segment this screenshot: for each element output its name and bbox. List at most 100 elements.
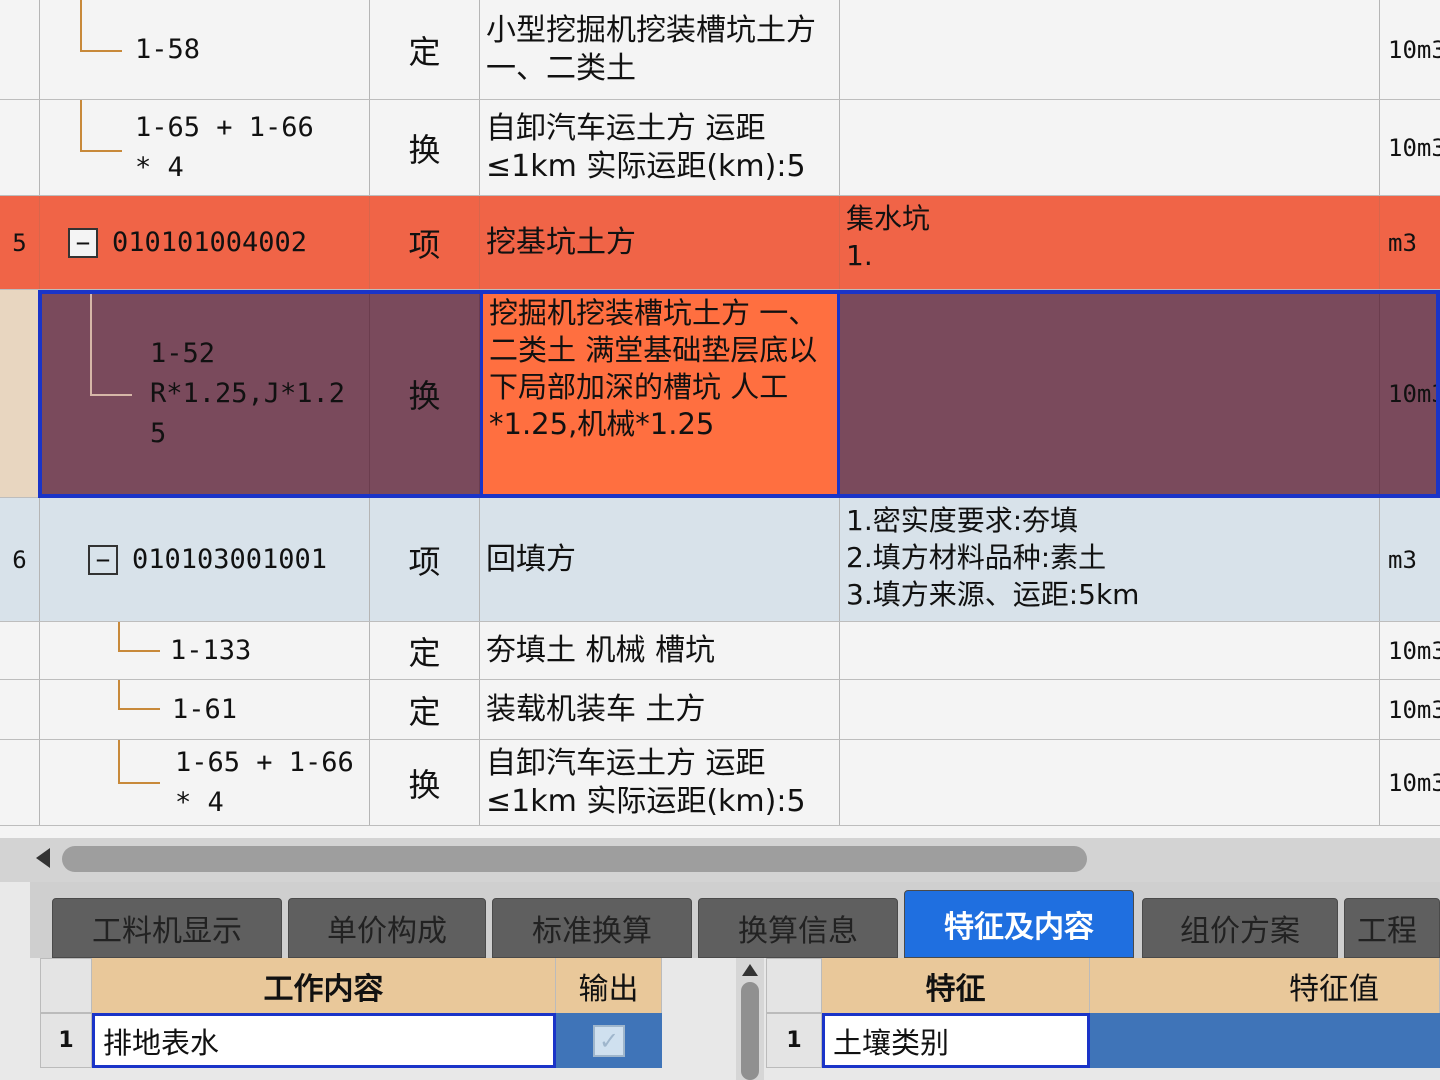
code-text: 010103001001 xyxy=(132,543,328,575)
row-index xyxy=(0,0,40,99)
unit-cell[interactable]: 10m3 xyxy=(1380,622,1440,679)
table-row[interactable]: 1-65 + 1-66 * 4 换 自卸汽车运土方 运距≤1km 实际运距(km… xyxy=(0,100,1440,196)
code-cell[interactable]: 1-65 + 1-66 * 4 xyxy=(40,100,370,195)
code-cell[interactable]: − 010103001001 xyxy=(40,498,370,621)
feature-cell[interactable] xyxy=(840,622,1380,679)
quota-grid[interactable]: 1-58 定 小型挖掘机挖装槽坑土方 一、二类土 10m3 1-65 + 1-6… xyxy=(0,0,1440,840)
feature-cell[interactable] xyxy=(840,0,1380,99)
table-row[interactable]: 1-61 定 装载机装车 土方 10m3 xyxy=(0,680,1440,740)
unit-cell[interactable]: 10m3 xyxy=(1380,290,1440,497)
row-index xyxy=(0,622,40,679)
unit-cell[interactable]: m3 xyxy=(1380,196,1440,289)
unit-cell[interactable]: 10m3 xyxy=(1380,100,1440,195)
code-text: 1-133 xyxy=(170,634,252,666)
scroll-thumb[interactable] xyxy=(741,982,759,1080)
row-index xyxy=(0,740,40,825)
tree-connector xyxy=(118,622,160,652)
code-cell[interactable]: 1-65 + 1-66 * 4 xyxy=(40,740,370,825)
tree-connector xyxy=(118,740,160,784)
type-cell[interactable]: 定 xyxy=(370,680,480,739)
feature-cell[interactable]: 集水坑 1. xyxy=(840,196,1380,289)
tab-labor-material-machine[interactable]: 工料机显示 xyxy=(52,898,282,958)
output-header[interactable]: 输出 xyxy=(556,958,662,1013)
code-cell[interactable]: − 010101004002 xyxy=(40,196,370,289)
code-text: 010101004002 xyxy=(112,226,308,258)
tree-connector xyxy=(90,290,132,396)
code-text: 1-52 R*1.25,J*1.2 5 xyxy=(150,337,346,449)
horizontal-scrollbar[interactable] xyxy=(0,838,1440,882)
output-cell[interactable]: ✓ xyxy=(556,1013,662,1068)
collapse-icon[interactable]: − xyxy=(68,227,98,258)
table-row[interactable]: 1-58 定 小型挖掘机挖装槽坑土方 一、二类土 10m3 xyxy=(0,0,1440,100)
scroll-left-icon[interactable] xyxy=(36,848,50,868)
feature-cell[interactable] xyxy=(840,680,1380,739)
detail-tabs: 工料机显示 单价构成 标准换算 换算信息 特征及内容 组价方案 工程 xyxy=(30,882,1440,958)
name-cell[interactable]: 回填方 xyxy=(480,498,840,621)
tab-unit-price[interactable]: 单价构成 xyxy=(288,898,486,958)
table-row[interactable]: 5 − 010101004002 项 挖基坑土方 集水坑 1. m3 xyxy=(0,196,1440,290)
work-content-header[interactable]: 工作内容 xyxy=(92,958,556,1013)
code-text: 1-58 xyxy=(135,33,201,65)
table-row[interactable]: 1-52 R*1.25,J*1.2 5 换 挖掘机挖装槽坑土方 一、二类土 满堂… xyxy=(0,290,1440,498)
type-cell[interactable]: 项 xyxy=(370,498,480,621)
name-cell[interactable]: 自卸汽车运土方 运距≤1km 实际运距(km):5 xyxy=(480,100,840,195)
row-index: 1 xyxy=(766,1013,822,1068)
code-text: 1-65 + 1-66 * 4 xyxy=(175,746,354,818)
feature-cell[interactable] xyxy=(840,100,1380,195)
code-text: 1-61 xyxy=(172,693,238,725)
name-cell[interactable]: 自卸汽车运土方 运距≤1km 实际运距(km):5 xyxy=(480,740,840,825)
header-corner xyxy=(766,958,822,1013)
unit-cell[interactable]: 10m3 xyxy=(1380,680,1440,739)
unit-cell[interactable]: m3 xyxy=(1380,498,1440,621)
tab-standard-conversion[interactable]: 标准换算 xyxy=(492,898,692,958)
table-row[interactable]: 1-65 + 1-66 * 4 换 自卸汽车运土方 运距≤1km 实际运距(km… xyxy=(0,740,1440,826)
feature-cell[interactable]: 土壤类别 xyxy=(822,1013,1090,1068)
feature-value-cell[interactable] xyxy=(1090,1013,1440,1068)
code-cell[interactable]: 1-52 R*1.25,J*1.2 5 xyxy=(40,290,370,497)
feature-cell[interactable] xyxy=(840,740,1380,825)
table-row[interactable]: 1-133 定 夯填土 机械 槽坑 10m3 xyxy=(0,622,1440,680)
code-cell[interactable]: 1-133 xyxy=(40,622,370,679)
feature-header[interactable]: 特征 xyxy=(822,958,1090,1013)
tree-connector xyxy=(118,680,160,710)
unit-cell[interactable]: 10m3 xyxy=(1380,0,1440,99)
code-cell[interactable]: 1-61 xyxy=(40,680,370,739)
row-index xyxy=(0,680,40,739)
tab-project[interactable]: 工程 xyxy=(1344,898,1440,958)
row-index xyxy=(0,100,40,195)
row-index xyxy=(0,290,40,497)
scroll-thumb[interactable] xyxy=(62,846,1087,872)
tab-conversion-info[interactable]: 换算信息 xyxy=(698,898,898,958)
type-cell[interactable]: 换 xyxy=(370,290,480,497)
unit-cell[interactable]: 10m3 xyxy=(1380,740,1440,825)
type-cell[interactable]: 定 xyxy=(370,622,480,679)
type-cell[interactable]: 换 xyxy=(370,100,480,195)
output-checkbox[interactable]: ✓ xyxy=(593,1024,625,1057)
tree-connector xyxy=(80,100,122,152)
feature-cell[interactable]: 1.密实度要求:夯填 2.填方材料品种:素土 3.填方来源、运距:5km xyxy=(840,498,1380,621)
name-cell[interactable]: 装载机装车 土方 xyxy=(480,680,840,739)
tab-pricing-scheme[interactable]: 组价方案 xyxy=(1142,898,1338,958)
scroll-up-icon[interactable] xyxy=(742,964,758,976)
collapse-icon[interactable]: − xyxy=(88,544,118,575)
code-cell[interactable]: 1-58 xyxy=(40,0,370,99)
row-index: 5 xyxy=(0,196,40,289)
vertical-scrollbar[interactable] xyxy=(736,958,764,1080)
name-cell[interactable]: 小型挖掘机挖装槽坑土方 一、二类土 xyxy=(480,0,840,99)
type-cell[interactable]: 定 xyxy=(370,0,480,99)
feature-cell[interactable] xyxy=(840,290,1380,497)
work-content-cell[interactable]: 排地表水 xyxy=(92,1013,556,1068)
tab-features-content[interactable]: 特征及内容 xyxy=(904,890,1134,958)
code-text: 1-65 + 1-66 * 4 xyxy=(135,111,314,183)
feature-value-header[interactable]: 特征值 xyxy=(1090,958,1440,1013)
name-cell[interactable]: 挖掘机挖装槽坑土方 一、二类土 满堂基础垫层底以下局部加深的槽坑 人工*1.25… xyxy=(480,290,840,497)
type-cell[interactable]: 换 xyxy=(370,740,480,825)
name-cell[interactable]: 夯填土 机械 槽坑 xyxy=(480,622,840,679)
name-cell[interactable]: 挖基坑土方 xyxy=(480,196,840,289)
type-cell[interactable]: 项 xyxy=(370,196,480,289)
tree-connector xyxy=(80,0,122,52)
row-index: 6 xyxy=(0,498,40,621)
table-row[interactable]: 6 − 010103001001 项 回填方 1.密实度要求:夯填 2.填方材料… xyxy=(0,498,1440,622)
row-index: 1 xyxy=(40,1013,92,1068)
header-corner xyxy=(40,958,92,1013)
